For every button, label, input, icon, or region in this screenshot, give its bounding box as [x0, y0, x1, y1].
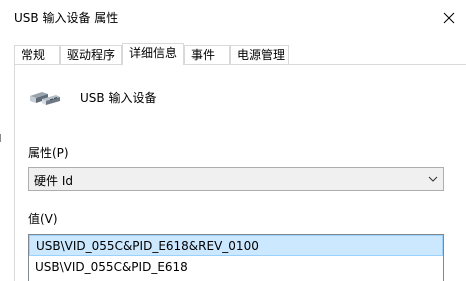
tab-label: 详细信息: [129, 46, 178, 60]
tab-strip: 常规 驱动程序 详细信息 事件 电源管理: [14, 43, 466, 65]
property-dropdown[interactable]: 硬件 Id: [28, 167, 444, 191]
list-item-text: USB\VID_055C&PID_E618: [35, 260, 188, 274]
list-item[interactable]: USB\VID_055C&PID_E618: [29, 257, 443, 278]
close-button[interactable]: [432, 0, 466, 36]
value-label: 值(V): [28, 212, 58, 226]
list-item[interactable]: USB\VID_055C&PID_E618&REV_0100: [29, 235, 443, 256]
tab-events[interactable]: 事件: [184, 45, 230, 64]
usb-plug-icon: [30, 92, 60, 105]
tab-power-management[interactable]: 电源管理: [230, 45, 289, 64]
tab-label: 常规: [21, 48, 46, 62]
tab-driver[interactable]: 驱动程序: [60, 45, 122, 64]
value-listbox[interactable]: USB\VID_055C&PID_E618&REV_0100 USB\VID_0…: [28, 234, 444, 281]
window-title: USB 输入设备 属性: [14, 11, 119, 25]
chevron-down-icon: [428, 176, 438, 182]
close-icon: [443, 12, 455, 24]
title-bar: USB 输入设备 属性: [0, 0, 466, 36]
tab-general[interactable]: 常规: [14, 45, 60, 64]
tab-label: 电源管理: [237, 48, 286, 62]
tab-label: 事件: [191, 48, 216, 62]
property-label: 属性(P): [28, 146, 69, 160]
device-name: USB 输入设备: [80, 91, 157, 105]
tab-label: 驱动程序: [67, 48, 116, 62]
tab-details[interactable]: 详细信息: [122, 43, 184, 65]
background-window-edge: [0, 134, 1, 142]
property-selected-value: 硬件 Id: [34, 174, 73, 188]
list-item-text: USB\VID_055C&PID_E618&REV_0100: [36, 239, 259, 253]
